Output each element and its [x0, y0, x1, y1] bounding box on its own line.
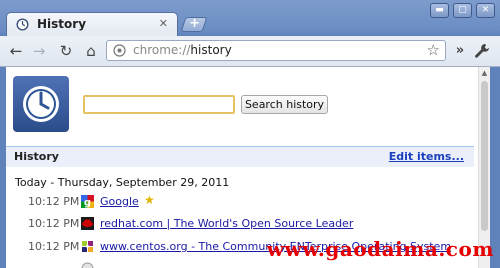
- entry-link[interactable]: redhat.com | The World's Open Source Lea…: [100, 217, 353, 230]
- clock-icon: [23, 86, 59, 122]
- history-entry: 10:12 PM g Google ★: [6, 193, 474, 211]
- wrench-icon: [475, 44, 489, 58]
- bookmark-star-icon[interactable]: ☆: [427, 41, 440, 59]
- maximize-button[interactable]: ▢: [453, 3, 472, 18]
- tab-title: History: [37, 17, 87, 31]
- edit-items-link[interactable]: Edit items...: [389, 150, 464, 163]
- history-logo: [13, 76, 69, 132]
- entry-time: 10:12 PM: [28, 240, 80, 253]
- clock-icon: [16, 18, 29, 31]
- section-title: History: [14, 150, 59, 163]
- watermark: www.gaodaima.com: [266, 237, 494, 261]
- history-entry: 10:12 PM redhat.com | The World's Open S…: [6, 215, 474, 233]
- url-path: history: [190, 43, 232, 57]
- wrench-menu-button[interactable]: [472, 41, 492, 61]
- home-button[interactable]: ⌂: [81, 41, 101, 61]
- tab-close-icon[interactable]: ✕: [159, 17, 168, 30]
- entry-time: 10:12 PM: [28, 195, 80, 208]
- search-history-button[interactable]: Search history: [241, 95, 328, 114]
- reload-button[interactable]: ↻: [56, 41, 76, 61]
- entry-link[interactable]: Google: [100, 195, 139, 208]
- back-button[interactable]: ←: [6, 41, 26, 61]
- scrollbar-thumb[interactable]: [481, 81, 488, 231]
- plus-icon: +: [188, 16, 200, 31]
- tab-history[interactable]: History ✕: [6, 12, 178, 36]
- minimize-button[interactable]: ▬: [430, 3, 449, 18]
- chevron-overflow-button[interactable]: »: [450, 41, 470, 61]
- redhat-icon: [81, 217, 94, 230]
- history-search-input[interactable]: [83, 95, 235, 114]
- svg-text:g: g: [84, 198, 91, 209]
- new-tab-button[interactable]: +: [180, 16, 208, 32]
- toolbar: ← → ↻ ⌂ chrome://history ☆ »: [0, 36, 500, 67]
- address-bar[interactable]: chrome://history ☆: [106, 40, 446, 61]
- history-entry: [6, 260, 474, 268]
- scroll-up-icon[interactable]: ▲: [479, 69, 490, 77]
- entry-time: 10:12 PM: [28, 217, 80, 230]
- generic-page-icon: [81, 262, 94, 268]
- window-frame: History ✕ + ▬ ▢ ✕ ← → ↻ ⌂ chrome://histo…: [0, 0, 500, 268]
- url-scheme: chrome://: [133, 43, 191, 57]
- day-heading: Today - Thursday, September 29, 2011: [15, 176, 230, 189]
- page-info-icon[interactable]: [113, 44, 126, 57]
- close-window-button[interactable]: ✕: [476, 3, 495, 18]
- starred-icon[interactable]: ★: [144, 193, 155, 207]
- forward-button[interactable]: →: [29, 41, 49, 61]
- history-section-header: History Edit items...: [6, 146, 474, 167]
- centos-icon: [82, 241, 93, 252]
- url-text: chrome://history: [133, 43, 232, 57]
- google-icon: g: [81, 195, 94, 208]
